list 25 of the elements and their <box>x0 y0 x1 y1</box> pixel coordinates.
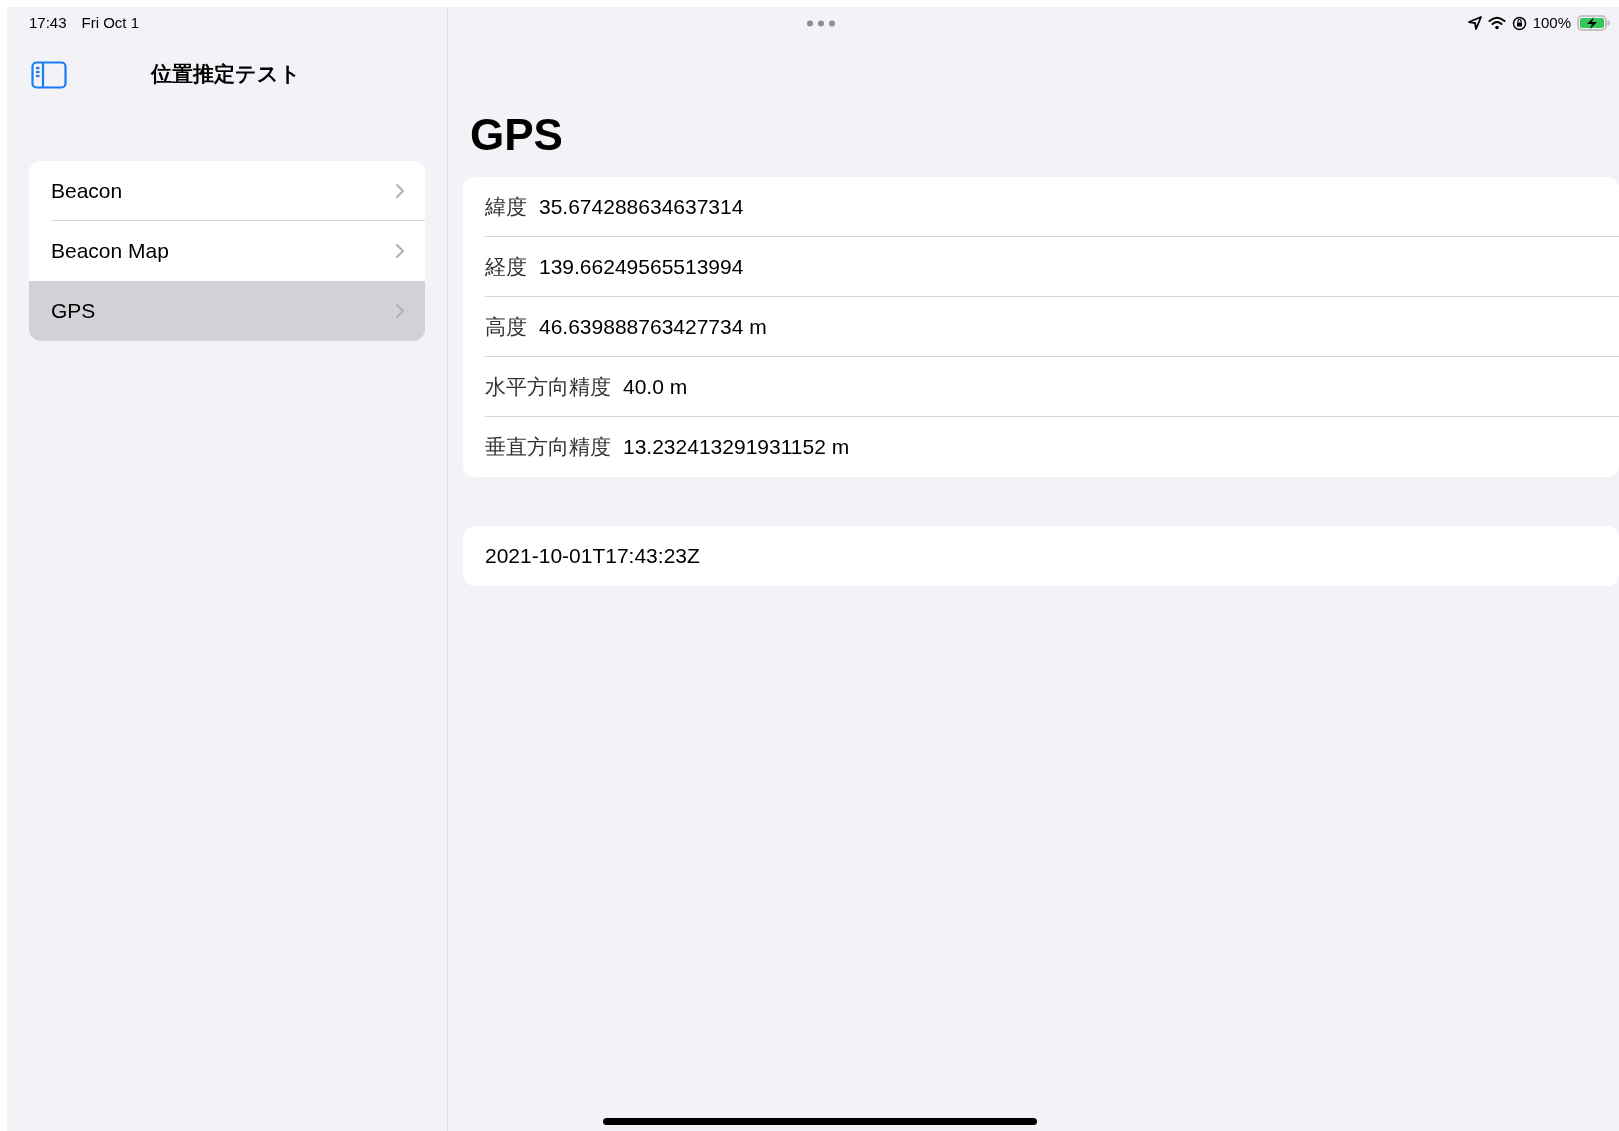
row-value: 13.232413291931152 m <box>623 434 850 461</box>
status-date: Fri Oct 1 <box>81 12 140 33</box>
page-title: GPS <box>470 110 563 159</box>
wifi-icon <box>1487 16 1506 30</box>
timestamp-text: 2021-10-01T17:43:23Z <box>485 543 700 570</box>
row-label: 水平方向精度 <box>485 373 611 400</box>
rotation-lock-icon <box>1511 15 1527 31</box>
row-value: 40.0 m <box>623 373 688 400</box>
row-label: 経度 <box>485 253 527 280</box>
row-value: 35.674288634637314 <box>539 193 744 220</box>
row-label: 垂直方向精度 <box>485 434 611 461</box>
sidebar-title: 位置推定テスト <box>151 61 301 88</box>
battery-percentage: 100% <box>1532 12 1571 33</box>
chevron-right-icon <box>395 303 405 319</box>
row-value: 46.639888763427734 m <box>539 313 767 340</box>
chevron-right-icon <box>395 182 405 199</box>
row-label: 緯度 <box>485 193 527 220</box>
multitasking-dots-icon[interactable] <box>806 20 836 27</box>
row-value: 139.66249565513994 <box>539 253 744 280</box>
location-arrow-icon <box>1467 16 1482 30</box>
chevron-right-icon <box>395 243 405 259</box>
status-time: 17:43 <box>29 12 67 33</box>
sidebar-item[interactable]: GPS <box>29 281 425 341</box>
sidebar-toggle-icon[interactable] <box>31 61 67 89</box>
row-label: 高度 <box>485 313 527 340</box>
